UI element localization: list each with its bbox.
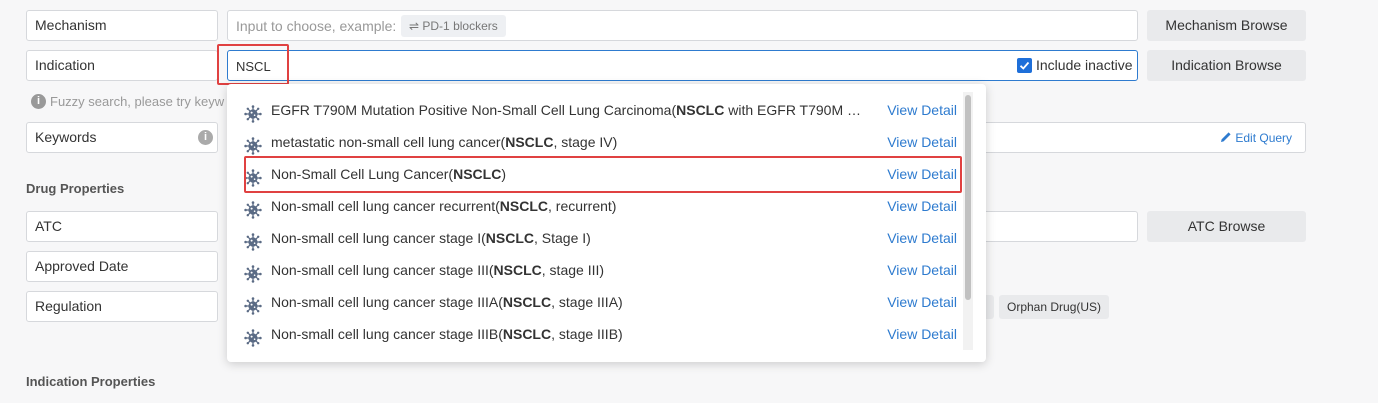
option-label-suffix: , stage IIIB): [551, 326, 623, 342]
option-label-match: NSCLC: [676, 102, 724, 118]
virus-icon: [244, 198, 262, 216]
virus-icon: [244, 230, 262, 248]
view-detail-link[interactable]: View Detail: [887, 318, 957, 350]
virus-icon: [244, 134, 262, 152]
virus-icon: [244, 326, 262, 344]
indication-field-label: Indication: [26, 50, 218, 81]
dropdown-option[interactable]: Non-small cell lung cancer recurrent(NSC…: [244, 190, 964, 222]
dropdown-option[interactable]: EGFR T790M Mutation Positive Non-Small C…: [244, 94, 964, 126]
option-label-prefix: metastatic non-small cell lung cancer(: [271, 134, 505, 150]
view-detail-link[interactable]: View Detail: [887, 190, 957, 222]
option-label-match: NSCLC: [500, 198, 548, 214]
option-label-match: NSCLC: [503, 294, 551, 310]
indication-browse-button[interactable]: Indication Browse: [1147, 50, 1306, 81]
option-label-suffix: , stage III): [542, 262, 604, 278]
dropdown-option-label: Non-Small Cell Lung Cancer(NSCLC): [271, 158, 871, 190]
option-label-match: NSCLC: [503, 326, 551, 342]
orphan-drug-us-chip[interactable]: Orphan Drug(US): [999, 295, 1109, 319]
option-label-match: NSCLC: [505, 134, 553, 150]
approved-date-field-label: Approved Date: [26, 251, 218, 282]
regulation-field-label: Regulation: [26, 291, 218, 322]
dropdown-option[interactable]: Non-small cell lung cancer stage III(NSC…: [244, 254, 964, 286]
option-label-suffix: , Stage I): [534, 230, 591, 246]
option-label-suffix: ): [501, 166, 506, 182]
option-label-suffix: with EGFR T790M Mut...: [724, 102, 871, 118]
dropdown-option[interactable]: metastatic non-small cell lung cancer(NS…: [244, 126, 964, 158]
view-detail-link[interactable]: View Detail: [887, 222, 957, 254]
option-label-match: NSCLC: [453, 166, 501, 182]
option-label-prefix: Non-small cell lung cancer recurrent(: [271, 198, 500, 214]
drug-properties-title: Drug Properties: [26, 181, 124, 196]
edit-query-label: Edit Query: [1235, 131, 1292, 145]
dropdown-scrollbar[interactable]: [965, 95, 971, 300]
atc-browse-button[interactable]: ATC Browse: [1147, 211, 1306, 242]
dropdown-option[interactable]: Non-small cell lung cancer stage I(NSCLC…: [244, 222, 964, 254]
indication-suggestion-dropdown: EGFR T790M Mutation Positive Non-Small C…: [227, 84, 986, 362]
indication-input-value: NSCL: [236, 59, 271, 74]
option-label-prefix: Non-small cell lung cancer stage III(: [271, 262, 494, 278]
option-label-match: NSCLC: [494, 262, 542, 278]
view-detail-link[interactable]: View Detail: [887, 286, 957, 318]
option-label-suffix: , stage IV): [553, 134, 617, 150]
keywords-field-label: Keywords i: [26, 122, 218, 153]
dropdown-option-label: Non-small cell lung cancer stage III(NSC…: [271, 254, 871, 286]
option-label-prefix: Non-small cell lung cancer stage IIIA(: [271, 294, 503, 310]
indication-properties-title: Indication Properties: [26, 374, 155, 389]
indication-input[interactable]: NSCL Include inactive: [227, 50, 1138, 81]
mechanism-placeholder: Input to choose, example:: [236, 18, 396, 34]
option-label-prefix: Non-small cell lung cancer stage IIIB(: [271, 326, 503, 342]
dropdown-option-label: Non-small cell lung cancer stage IIIA(NS…: [271, 286, 871, 318]
view-detail-link[interactable]: View Detail: [887, 254, 957, 286]
mechanism-field-label: Mechanism: [26, 10, 218, 41]
option-label-prefix: Non-Small Cell Lung Cancer(: [271, 166, 453, 182]
fuzzy-search-hint: Fuzzy search, please try keyw: [50, 94, 224, 109]
view-detail-link[interactable]: View Detail: [887, 158, 957, 190]
virus-icon: [244, 294, 262, 312]
option-label-suffix: , recurrent): [548, 198, 616, 214]
keywords-label-text: Keywords: [35, 129, 96, 145]
mechanism-browse-button[interactable]: Mechanism Browse: [1147, 10, 1306, 41]
option-label-prefix: Non-small cell lung cancer stage I(: [271, 230, 486, 246]
option-label-prefix: EGFR T790M Mutation Positive Non-Small C…: [271, 102, 676, 118]
include-inactive-label: Include inactive: [1036, 57, 1133, 73]
dropdown-option-label: EGFR T790M Mutation Positive Non-Small C…: [271, 94, 871, 126]
dropdown-option[interactable]: Non-small cell lung cancer stage IIIB(NS…: [244, 318, 964, 350]
dropdown-option[interactable]: Non-small cell lung cancer stage IIIA(NS…: [244, 286, 964, 318]
option-label-suffix: , stage IIIA): [551, 294, 623, 310]
keywords-info-icon[interactable]: i: [198, 130, 213, 145]
virus-icon: [244, 166, 262, 184]
dropdown-option-label: Non-small cell lung cancer stage IIIB(NS…: [271, 318, 871, 350]
info-icon: i: [31, 94, 46, 109]
option-label-match: NSCLC: [486, 230, 534, 246]
pencil-icon: [1220, 131, 1232, 143]
example-chip[interactable]: ⇌ PD-1 blockers: [401, 15, 506, 37]
dropdown-option-label: Non-small cell lung cancer recurrent(NSC…: [271, 190, 871, 222]
atc-field-label: ATC: [26, 211, 218, 242]
view-detail-link[interactable]: View Detail: [887, 126, 957, 158]
edit-query-link[interactable]: Edit Query: [1220, 131, 1292, 145]
view-detail-link[interactable]: View Detail: [887, 94, 957, 126]
mechanism-input[interactable]: Input to choose, example: ⇌ PD-1 blocker…: [227, 10, 1138, 41]
dropdown-option-label: metastatic non-small cell lung cancer(NS…: [271, 126, 871, 158]
checkmark-icon: [1017, 58, 1032, 73]
virus-icon: [244, 262, 262, 280]
virus-icon: [244, 102, 262, 120]
dropdown-option-label: Non-small cell lung cancer stage I(NSCLC…: [271, 222, 871, 254]
dropdown-option[interactable]: Non-Small Cell Lung Cancer(NSCLC) View De…: [244, 158, 964, 190]
include-inactive-checkbox[interactable]: [1017, 58, 1032, 73]
